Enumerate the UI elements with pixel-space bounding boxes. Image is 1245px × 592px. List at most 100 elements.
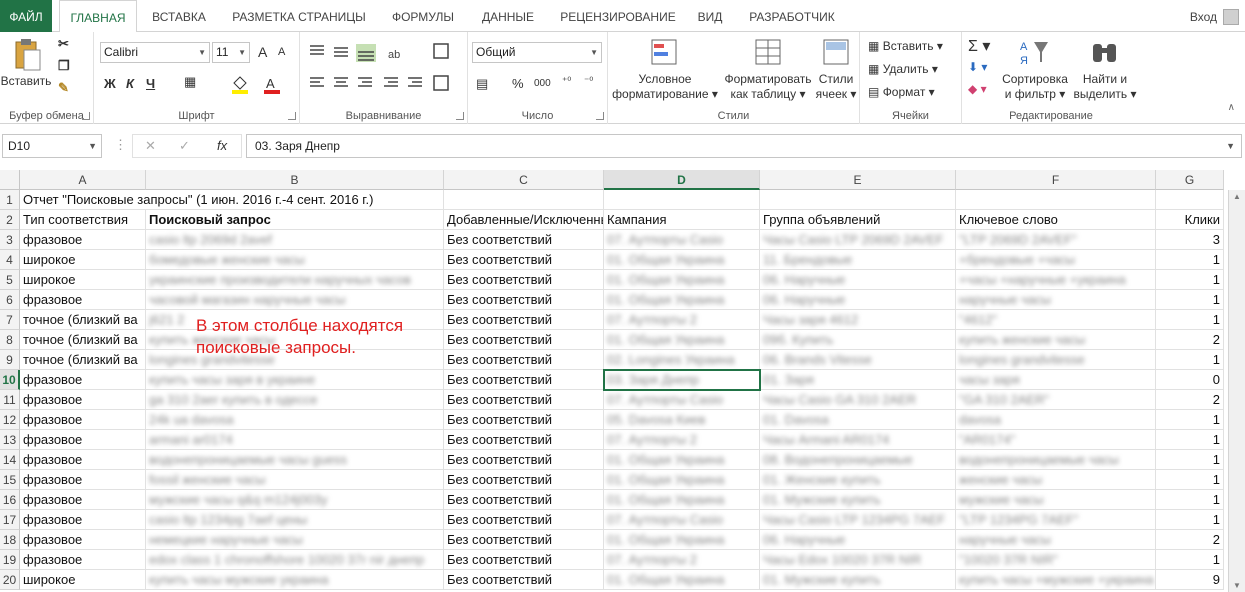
cell-g3[interactable]: 3 — [1156, 230, 1224, 250]
cell-f20[interactable]: купить часы +мужские +украина — [956, 570, 1156, 590]
confirm-icon[interactable]: ✓ — [179, 138, 190, 154]
row-header[interactable]: 17 — [0, 510, 20, 530]
cut-icon[interactable]: ✂ — [58, 36, 69, 52]
name-box[interactable]: D10 ▼ — [2, 134, 102, 158]
paste-icon[interactable] — [12, 38, 42, 72]
cell-f14[interactable]: водонепроницаемые часы — [956, 450, 1156, 470]
cell-c19[interactable]: Без соответствий — [444, 550, 604, 570]
cell-c2[interactable]: Добавленные/Исключенные — [444, 210, 604, 230]
cell-d14[interactable]: 01. Общая Украина — [604, 450, 760, 470]
sort-filter-icon[interactable]: A Я — [1018, 38, 1052, 68]
cell-g16[interactable]: 1 — [1156, 490, 1224, 510]
row-header[interactable]: 1 — [0, 190, 20, 210]
cell-e11[interactable]: Часы Casio GA 310 2AER — [760, 390, 956, 410]
cell-c3[interactable]: Без соответствий — [444, 230, 604, 250]
cell-a17[interactable]: фразовое — [20, 510, 146, 530]
conditional-formatting-button[interactable]: Условное форматирование ▾ — [610, 72, 720, 102]
cell-b6[interactable]: часовой магазин наручные часы — [146, 290, 444, 310]
cell-g17[interactable]: 1 — [1156, 510, 1224, 530]
cell-g11[interactable]: 2 — [1156, 390, 1224, 410]
cell-a2[interactable]: Тип соответствия — [20, 210, 146, 230]
column-header-b[interactable]: B — [146, 170, 444, 190]
format-painter-icon[interactable]: ✎ — [58, 80, 69, 96]
cell-b13[interactable]: armani ar0174 — [146, 430, 444, 450]
cell-g14[interactable]: 1 — [1156, 450, 1224, 470]
cell-a8[interactable]: точное (близкий ва — [20, 330, 146, 350]
cell-a11[interactable]: фразовое — [20, 390, 146, 410]
cell-d4[interactable]: 01. Общая Украина — [604, 250, 760, 270]
cell-a5[interactable]: широкое — [20, 270, 146, 290]
column-header-a[interactable]: A — [20, 170, 146, 190]
cell-d13[interactable]: 07. Аутпорты 2 — [604, 430, 760, 450]
row-header[interactable]: 19 — [0, 550, 20, 570]
cell-b19[interactable]: edox class 1 chronoffshore 10020 37r nir… — [146, 550, 444, 570]
row-header[interactable]: 18 — [0, 530, 20, 550]
cell-c9[interactable]: Без соответствий — [444, 350, 604, 370]
cell-c14[interactable]: Без соответствий — [444, 450, 604, 470]
cell-g8[interactable]: 2 — [1156, 330, 1224, 350]
cell-f16[interactable]: мужские часы — [956, 490, 1156, 510]
cell-a14[interactable]: фразовое — [20, 450, 146, 470]
cell-styles-icon[interactable] — [822, 38, 852, 68]
cell-b20[interactable]: купить часы мужские украина — [146, 570, 444, 590]
percent-button[interactable]: % — [512, 76, 524, 91]
scroll-down-icon[interactable]: ▼ — [1233, 581, 1241, 590]
tab-data[interactable]: ДАННЫЕ — [472, 0, 544, 32]
cell-b11[interactable]: ga 310 2aer купить в одессе — [146, 390, 444, 410]
cell-d5[interactable]: 01. Общая Украина — [604, 270, 760, 290]
cell-d19[interactable]: 07. Аутпорты 2 — [604, 550, 760, 570]
column-header-g[interactable]: G — [1156, 170, 1224, 190]
cell-e16[interactable]: 01. Мужские купить — [760, 490, 956, 510]
cell-f18[interactable]: наручные часы — [956, 530, 1156, 550]
alignment-launcher-icon[interactable] — [456, 112, 464, 120]
cell-g20[interactable]: 9 — [1156, 570, 1224, 590]
cell-a20[interactable]: широкое — [20, 570, 146, 590]
cell-e6[interactable]: 06. Наручные — [760, 290, 956, 310]
cell-f15[interactable]: женские часы — [956, 470, 1156, 490]
find-select-button[interactable]: Найти и выделить ▾ — [1070, 72, 1140, 102]
cell-b17[interactable]: casio ltp 1234pg 7aef цены — [146, 510, 444, 530]
cell-g5[interactable]: 1 — [1156, 270, 1224, 290]
cell-a16[interactable]: фразовое — [20, 490, 146, 510]
cell-g1[interactable] — [1156, 190, 1224, 210]
cell-c15[interactable]: Без соответствий — [444, 470, 604, 490]
sort-filter-button[interactable]: Сортировка и фильтр ▾ — [998, 72, 1072, 102]
tab-developer[interactable]: РАЗРАБОТЧИК — [740, 0, 844, 32]
row-header[interactable]: 3 — [0, 230, 20, 250]
cell-styles-button[interactable]: Стили ячеек ▾ — [812, 72, 860, 102]
vertical-scrollbar[interactable]: ▲ ▼ — [1228, 190, 1245, 592]
cell-g9[interactable]: 1 — [1156, 350, 1224, 370]
cell-c6[interactable]: Без соответствий — [444, 290, 604, 310]
cell-e20[interactable]: 01. Мужские купить — [760, 570, 956, 590]
row-header[interactable]: 5 — [0, 270, 20, 290]
cell-f5[interactable]: +часы +наручные +украина — [956, 270, 1156, 290]
cell-d17[interactable]: 07. Аутпорты Casio — [604, 510, 760, 530]
clear-icon[interactable]: ◆ ▾ — [968, 82, 987, 96]
cell-d1[interactable] — [604, 190, 760, 210]
row-header[interactable]: 10 — [0, 370, 20, 390]
cell-c7[interactable]: Без соответствий — [444, 310, 604, 330]
tab-home[interactable]: ГЛАВНАЯ — [59, 0, 137, 33]
fill-icon[interactable]: ⬇ ▾ — [968, 60, 987, 74]
cell-e14[interactable]: 08. Водонепроницаемые — [760, 450, 956, 470]
cell-f4[interactable]: +брендовые +часы — [956, 250, 1156, 270]
cell-d11[interactable]: 07. Аутпорты Casio — [604, 390, 760, 410]
cell-c4[interactable]: Без соответствий — [444, 250, 604, 270]
cell-d16[interactable]: 01. Общая Украина — [604, 490, 760, 510]
cancel-icon[interactable]: ✕ — [145, 138, 156, 154]
font-color-icon[interactable]: A — [262, 74, 282, 94]
avatar-icon[interactable] — [1223, 9, 1239, 25]
cell-f8[interactable]: купить женские часы — [956, 330, 1156, 350]
format-as-table-button[interactable]: Форматировать как таблицу ▾ — [720, 72, 816, 102]
cell-f17[interactable]: "LTP 1234PG 7AEF" — [956, 510, 1156, 530]
cell-e4[interactable]: 11. Брендовые — [760, 250, 956, 270]
cell-c5[interactable]: Без соответствий — [444, 270, 604, 290]
cell-b4[interactable]: бомедовые женские часы — [146, 250, 444, 270]
cell-e8[interactable]: 09б. Купить — [760, 330, 956, 350]
cell-e1[interactable] — [760, 190, 956, 210]
row-header[interactable]: 20 — [0, 570, 20, 590]
cell-e15[interactable]: 01. Женские купить — [760, 470, 956, 490]
collapse-ribbon-icon[interactable]: ∧ — [1228, 102, 1235, 113]
number-format-select[interactable]: Общий ▼ — [472, 42, 602, 63]
grow-font-icon[interactable]: A — [258, 44, 267, 60]
